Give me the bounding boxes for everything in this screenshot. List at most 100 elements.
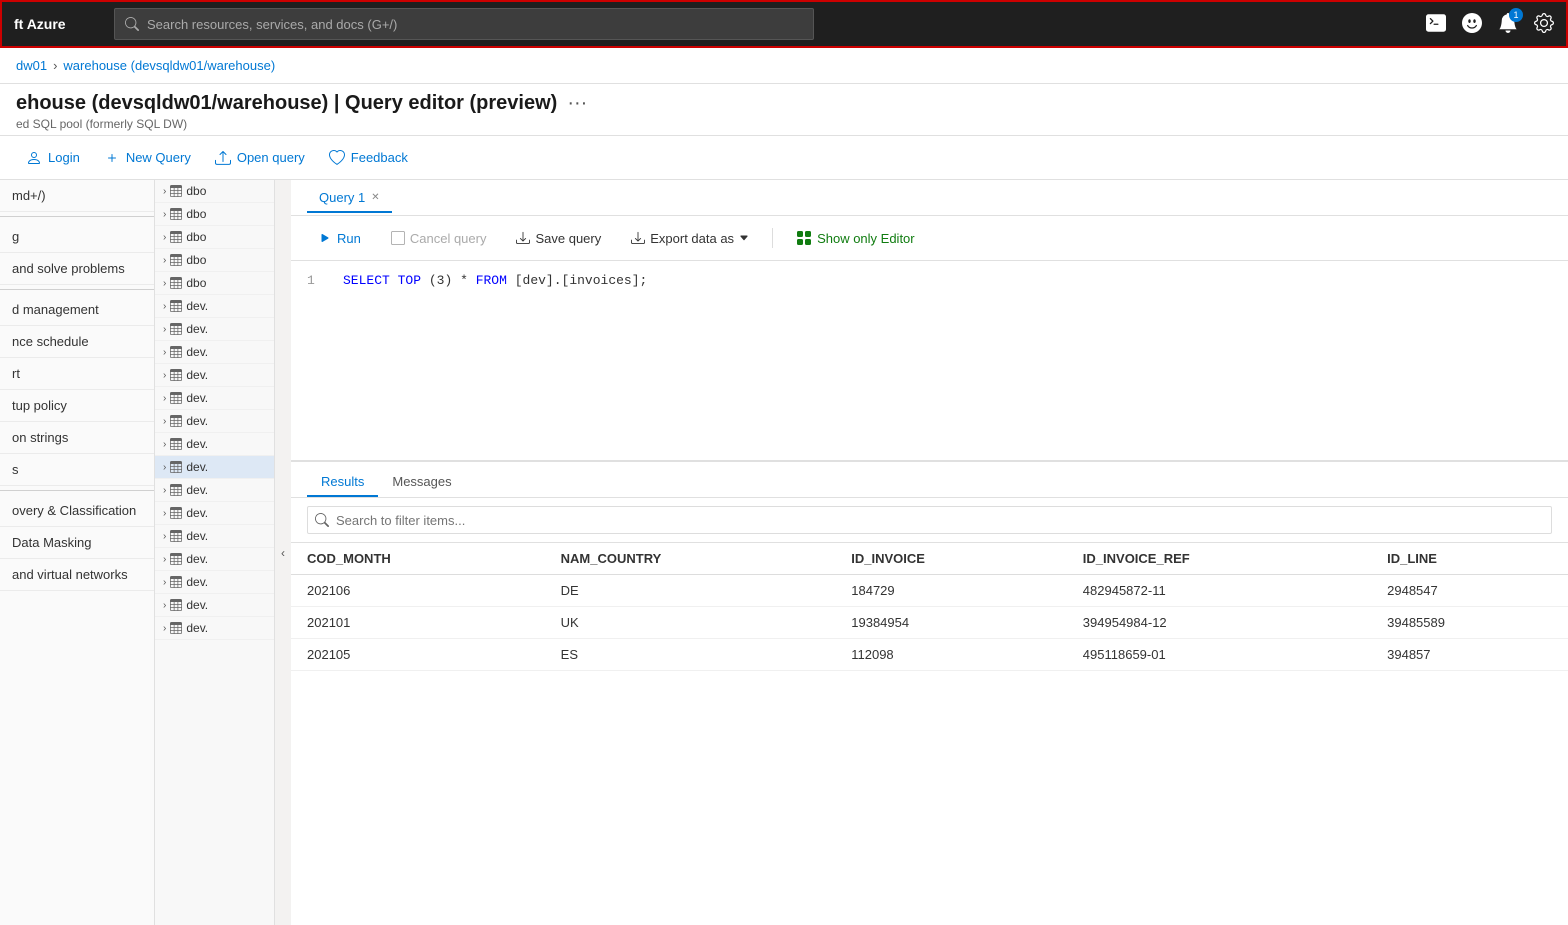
code-editor[interactable]: 1 SELECT TOP (3) * FROM [dev].[invoices]… xyxy=(291,261,1568,461)
sidebar-item-search[interactable]: md+/) xyxy=(0,180,154,212)
show-editor-label: Show only Editor xyxy=(817,231,915,246)
table-icon xyxy=(170,369,182,381)
show-editor-button[interactable]: Show only Editor xyxy=(785,224,926,252)
tree-item[interactable]: › dbo xyxy=(155,203,274,226)
table-icon xyxy=(170,346,182,358)
tree-item[interactable]: › dev. xyxy=(155,525,274,548)
tree-item[interactable]: › dbo xyxy=(155,249,274,272)
tree-item[interactable]: › dev. xyxy=(155,617,274,640)
tree-item[interactable]: › dev. xyxy=(155,456,274,479)
close-tab-icon[interactable]: ✕ xyxy=(371,192,379,203)
tree-item[interactable]: › dev. xyxy=(155,594,274,617)
tree-item-label: dev. xyxy=(186,437,208,451)
tree-item[interactable]: › dbo xyxy=(155,180,274,203)
run-label: Run xyxy=(337,231,361,246)
checkbox-icon xyxy=(391,231,405,245)
open-query-button[interactable]: Open query xyxy=(205,144,315,172)
chevron-right-icon: › xyxy=(163,324,166,335)
breadcrumb-current[interactable]: warehouse (devsqldw01/warehouse) xyxy=(63,58,275,73)
global-search[interactable]: Search resources, services, and docs (G+… xyxy=(114,8,814,40)
chevron-right-icon: › xyxy=(163,301,166,312)
editor-area: Query 1 ✕ Run Cancel query xyxy=(291,180,1568,925)
results-panel: Results Messages COD_MONTH xyxy=(291,461,1568,801)
cancel-query-button[interactable]: Cancel query xyxy=(380,225,498,252)
tree-item[interactable]: › dev. xyxy=(155,410,274,433)
tree-item[interactable]: › dbo xyxy=(155,226,274,249)
main-container: md+/) g and solve problems d management … xyxy=(0,180,1568,925)
upload-icon xyxy=(215,150,231,166)
table-row: 202106DE184729482945872-112948547 xyxy=(291,575,1568,607)
tree-item-label: dbo xyxy=(186,253,206,267)
results-tab[interactable]: Results xyxy=(307,466,378,497)
settings-icon[interactable] xyxy=(1534,13,1554,36)
directory-icon[interactable] xyxy=(1462,13,1482,36)
results-filter-input[interactable] xyxy=(307,506,1552,534)
chevron-right-icon: › xyxy=(163,531,166,542)
sidebar-item-alerts[interactable]: rt xyxy=(0,358,154,390)
chevron-right-icon: › xyxy=(163,209,166,220)
tree-item[interactable]: › dev. xyxy=(155,295,274,318)
tree-item-label: dev. xyxy=(186,391,208,405)
table-icon xyxy=(170,392,182,404)
collapse-panel-button[interactable]: ‹ xyxy=(275,180,291,925)
sidebar-item-conn-strings[interactable]: on strings xyxy=(0,422,154,454)
export-button[interactable]: Export data as xyxy=(620,225,760,252)
tree-item[interactable]: › dev. xyxy=(155,502,274,525)
sidebar-item-maintenance-schedule[interactable]: nce schedule xyxy=(0,326,154,358)
tree-item-label: dbo xyxy=(186,207,206,221)
export-label: Export data as xyxy=(650,231,734,246)
heart-icon xyxy=(329,150,345,166)
more-options-icon[interactable]: ··· xyxy=(567,92,587,115)
sidebar-item-data-masking[interactable]: Data Masking xyxy=(0,527,154,559)
save-query-button[interactable]: Save query xyxy=(505,225,612,252)
tree-item[interactable]: › dbo xyxy=(155,272,274,295)
table-icon xyxy=(170,438,182,450)
table-cell: 184729 xyxy=(835,575,1067,607)
table-cell: 202101 xyxy=(291,607,545,639)
sidebar-item-s[interactable]: s xyxy=(0,454,154,486)
chevron-right-icon: › xyxy=(163,554,166,565)
breadcrumb-parent[interactable]: dw01 xyxy=(16,58,47,73)
tree-item[interactable]: › dev. xyxy=(155,548,274,571)
table-cell: 495118659-01 xyxy=(1067,639,1371,671)
table-icon xyxy=(170,415,182,427)
tree-item[interactable]: › dev. xyxy=(155,433,274,456)
plus-icon xyxy=(104,150,120,166)
table-cell: UK xyxy=(545,607,836,639)
feedback-button[interactable]: Feedback xyxy=(319,144,418,172)
table-column-header: ID_INVOICE xyxy=(835,543,1067,575)
notifications-icon[interactable]: 1 xyxy=(1498,13,1518,36)
sidebar-item-backup-policy[interactable]: tup policy xyxy=(0,390,154,422)
search-placeholder: Search resources, services, and docs (G+… xyxy=(147,17,397,32)
sidebar-item-management[interactable]: d management xyxy=(0,294,154,326)
sidebar-item-virtual-networks[interactable]: and virtual networks xyxy=(0,559,154,591)
chevron-right-icon: › xyxy=(163,577,166,588)
sidebar-item-discovery[interactable]: overy & Classification xyxy=(0,495,154,527)
line-number: 1 xyxy=(307,273,327,288)
notification-count: 1 xyxy=(1509,8,1523,22)
chevron-right-icon: › xyxy=(163,278,166,289)
tree-item[interactable]: › dev. xyxy=(155,318,274,341)
tree-item[interactable]: › dev. xyxy=(155,571,274,594)
save-label: Save query xyxy=(535,231,601,246)
chevron-right-icon: › xyxy=(163,370,166,381)
table-icon xyxy=(170,484,182,496)
tree-item-label: dev. xyxy=(186,368,208,382)
tree-item[interactable]: › dev. xyxy=(155,364,274,387)
cloud-shell-icon[interactable] xyxy=(1426,13,1446,36)
tree-item-label: dev. xyxy=(186,299,208,313)
login-button[interactable]: Login xyxy=(16,144,90,172)
main-toolbar: Login New Query Open query Feedback xyxy=(0,136,1568,180)
sidebar-item-log[interactable]: g xyxy=(0,221,154,253)
results-table-container: COD_MONTHNAM_COUNTRYID_INVOICEID_INVOICE… xyxy=(291,543,1568,801)
new-query-button[interactable]: New Query xyxy=(94,144,201,172)
messages-tab[interactable]: Messages xyxy=(378,466,465,497)
sidebar-item-problems[interactable]: and solve problems xyxy=(0,253,154,285)
run-button[interactable]: Run xyxy=(307,225,372,252)
tree-item[interactable]: › dev. xyxy=(155,387,274,410)
user-icon xyxy=(26,150,42,166)
tree-item[interactable]: › dev. xyxy=(155,341,274,364)
table-cell: DE xyxy=(545,575,836,607)
query-tab-1[interactable]: Query 1 ✕ xyxy=(307,182,392,213)
tree-item[interactable]: › dev. xyxy=(155,479,274,502)
